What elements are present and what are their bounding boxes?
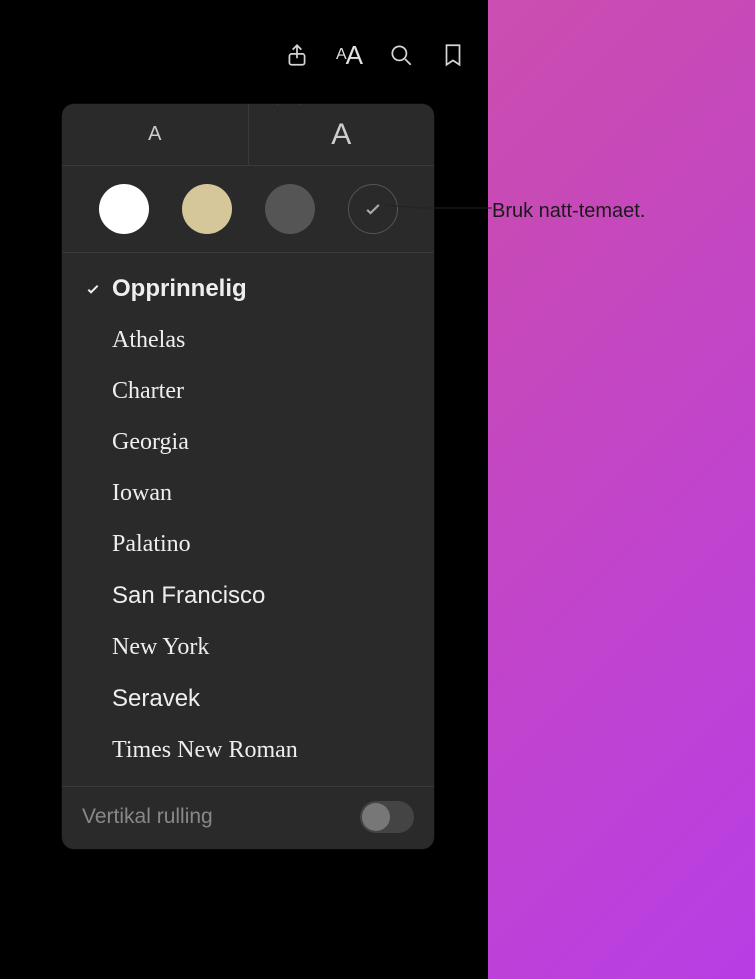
appearance-popover: A A Opprinnelig Athelas Charter Georgia Iowa… <box>62 104 434 849</box>
font-size-decrease[interactable]: A <box>62 104 249 165</box>
font-name-label: Athelas <box>112 327 185 354</box>
font-option-charter[interactable]: Charter <box>62 366 434 417</box>
bookmark-icon[interactable] <box>438 40 468 70</box>
callout-text: Bruk natt-temaet. <box>492 200 645 223</box>
vertical-scrolling-label: Vertikal rulling <box>82 805 213 829</box>
theme-white[interactable] <box>99 184 149 234</box>
font-name-label: Seravek <box>112 685 200 713</box>
vertical-scrolling-toggle[interactable] <box>360 801 414 833</box>
font-list: Opprinnelig Athelas Charter Georgia Iowan Pal… <box>62 253 434 786</box>
font-name-label: New York <box>112 634 209 661</box>
share-icon[interactable] <box>282 40 312 70</box>
checkmark-icon <box>363 199 383 219</box>
font-option-san-francisco[interactable]: San Francisco <box>62 570 434 622</box>
font-option-new-york[interactable]: New York <box>62 622 434 673</box>
theme-night[interactable] <box>348 184 398 234</box>
font-option-athelas[interactable]: Athelas <box>62 315 434 366</box>
search-icon[interactable] <box>386 40 416 70</box>
app-window: AA A A Opprinnelig Athelas Charter Georgia I… <box>0 0 488 979</box>
font-option-iowan[interactable]: Iowan <box>62 468 434 519</box>
font-option-seravek[interactable]: Seravek <box>62 673 434 725</box>
scroll-direction-row: Vertikal rulling <box>62 786 434 849</box>
theme-gray[interactable] <box>265 184 315 234</box>
font-name-label: Charter <box>112 378 184 405</box>
checkmark-icon <box>80 281 106 297</box>
toolbar: AA <box>282 40 468 70</box>
font-option-palatino[interactable]: Palatino <box>62 519 434 570</box>
theme-row <box>62 166 434 253</box>
appearance-icon[interactable]: AA <box>334 40 364 70</box>
callout: Bruk natt-temaet. <box>492 200 645 223</box>
theme-sepia[interactable] <box>182 184 232 234</box>
callout-line <box>410 207 492 217</box>
font-option-opprinnelig[interactable]: Opprinnelig <box>62 263 434 315</box>
font-name-label: Iowan <box>112 480 172 507</box>
font-name-label: Opprinnelig <box>112 275 247 303</box>
font-name-label: Palatino <box>112 531 191 558</box>
font-name-label: Georgia <box>112 429 189 456</box>
font-name-label: San Francisco <box>112 582 265 610</box>
font-option-georgia[interactable]: Georgia <box>62 417 434 468</box>
font-name-label: Times New Roman <box>112 737 298 764</box>
font-size-row: A A <box>62 104 434 166</box>
font-option-times-new-roman[interactable]: Times New Roman <box>62 725 434 776</box>
font-size-increase[interactable]: A <box>249 104 435 165</box>
